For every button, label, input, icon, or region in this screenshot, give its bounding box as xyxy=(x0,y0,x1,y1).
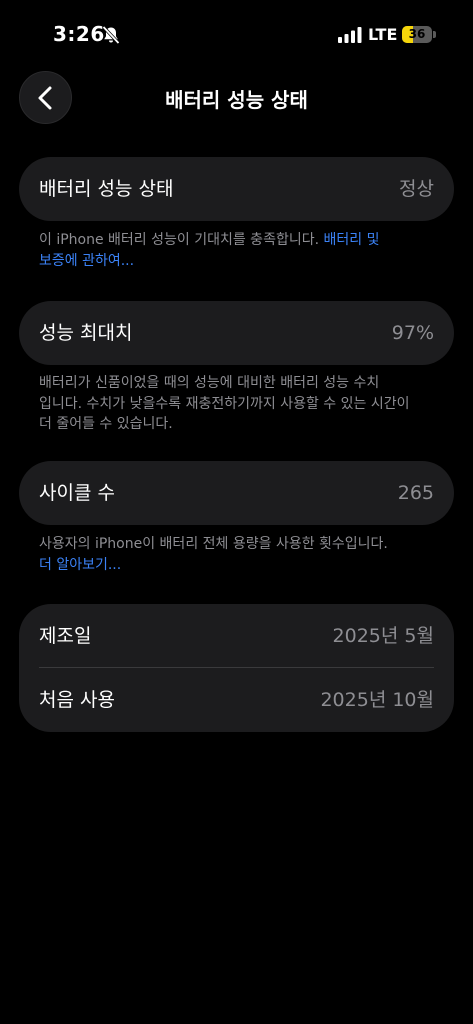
signal-bars-icon xyxy=(338,27,362,43)
battery-icon: 36 xyxy=(402,26,436,43)
cycle-count-value: 265 xyxy=(397,482,434,504)
battery-health-value: 정상 xyxy=(399,178,434,200)
max-capacity-label: 성능 최대치 xyxy=(39,322,133,344)
first-use-row: 처음 사용 2025년 10월 xyxy=(19,668,454,732)
max-capacity-note-line1: 배터리가 신품이었을 때의 성능에 대비한 배터리 성능 수치 xyxy=(39,375,380,391)
learn-more-link[interactable]: 더 알아보기... xyxy=(39,557,121,573)
battery-warranty-link-part2[interactable]: 보증에 관하여... xyxy=(39,253,134,269)
manufacture-date-value: 2025년 5월 xyxy=(332,625,434,647)
status-time: 3:26 xyxy=(53,22,105,46)
manufacture-date-label: 제조일 xyxy=(39,625,92,647)
battery-warranty-link-part1[interactable]: 배터리 및 xyxy=(324,232,380,248)
cycle-count-note: 사용자의 iPhone이 배터리 전체 용량을 사용한 횟수입니다. 더 알아보… xyxy=(39,534,439,575)
max-capacity-value: 97% xyxy=(391,322,434,344)
network-type: LTE xyxy=(368,25,398,44)
max-capacity-note-line3: 더 줄어들 수 있습니다. xyxy=(39,416,173,432)
max-capacity-card: 성능 최대치 97% xyxy=(19,301,454,365)
battery-health-label: 배터리 성능 상태 xyxy=(39,178,174,200)
battery-health-note-text: 이 iPhone 배터리 성능이 기대치를 충족합니다. xyxy=(39,232,320,248)
battery-health-note: 이 iPhone 배터리 성능이 기대치를 충족합니다. 배터리 및 보증에 관… xyxy=(39,230,439,271)
cycle-count-label: 사이클 수 xyxy=(39,482,115,504)
cycle-count-row: 사이클 수 265 xyxy=(19,461,454,525)
battery-health-row: 배터리 성능 상태 정상 xyxy=(19,157,454,221)
first-use-label: 처음 사용 xyxy=(39,689,115,711)
battery-health-card: 배터리 성능 상태 정상 xyxy=(19,157,454,221)
page-title: 배터리 성능 상태 xyxy=(165,88,308,112)
status-bar: 3:26 LTE 36 xyxy=(0,0,473,70)
max-capacity-note-line2: 입니다. 수치가 낮을수록 재충전하기까지 사용할 수 있는 시간이 xyxy=(39,395,410,412)
dates-card: 제조일 2025년 5월 처음 사용 2025년 10월 xyxy=(19,604,454,732)
bell-slash-icon xyxy=(102,25,120,45)
cycle-count-card: 사이클 수 265 xyxy=(19,461,454,525)
manufacture-date-row: 제조일 2025년 5월 xyxy=(19,604,454,668)
max-capacity-note: 배터리가 신품이었을 때의 성능에 대비한 배터리 성능 수치 입니다. 수치가… xyxy=(39,373,439,435)
battery-percentage: 36 xyxy=(408,27,426,41)
max-capacity-row: 성능 최대치 97% xyxy=(19,301,454,365)
first-use-value: 2025년 10월 xyxy=(320,689,434,711)
cycle-count-note-text: 사용자의 iPhone이 배터리 전체 용량을 사용한 횟수입니다. xyxy=(39,536,388,552)
